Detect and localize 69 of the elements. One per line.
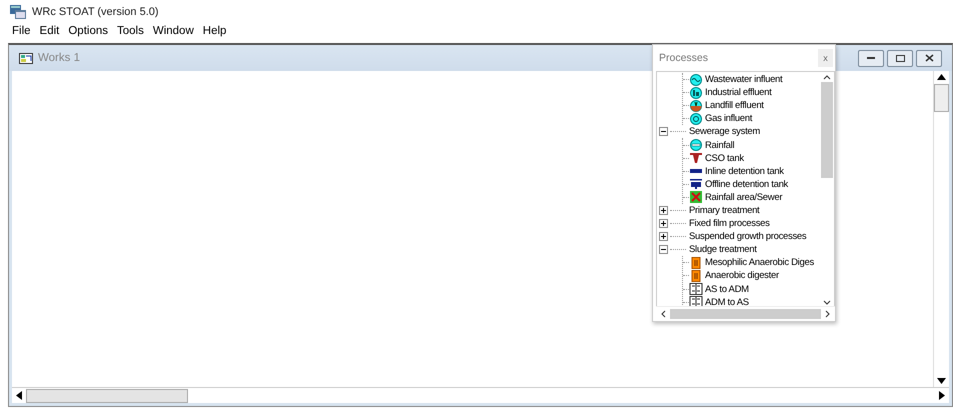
scroll-thumb[interactable] <box>26 388 188 402</box>
app-icon <box>10 5 26 19</box>
collapse-icon[interactable] <box>659 127 668 136</box>
tree-group[interactable]: Suspended growth processes <box>689 231 806 242</box>
menu-item[interactable]: File <box>12 25 31 37</box>
process-item[interactable]: Landfill effluent <box>705 100 764 112</box>
minimize-icon <box>867 57 875 59</box>
horizontal-scrollbar[interactable] <box>12 387 949 403</box>
tree-group[interactable]: Sewerage system <box>689 126 760 138</box>
gas-icon <box>689 112 703 125</box>
process-item[interactable]: Rainfall <box>705 140 734 151</box>
process-item[interactable]: Rainfall area/Sewer <box>705 192 782 203</box>
scroll-thumb[interactable] <box>821 82 833 178</box>
menu-item[interactable]: Help <box>202 25 226 37</box>
wave-icon <box>689 74 703 86</box>
process-item[interactable]: ADM to AS <box>705 296 749 306</box>
scroll-right-icon[interactable] <box>939 391 945 400</box>
factory-icon <box>689 86 703 99</box>
scroll-down-icon[interactable] <box>823 300 831 306</box>
scroll-up-icon[interactable] <box>937 74 946 80</box>
window-title: WRc STOAT (version 5.0) <box>32 6 159 18</box>
digester-icon <box>689 270 703 282</box>
converter-icon <box>689 296 703 306</box>
process-item[interactable]: Offline detention tank <box>705 178 788 190</box>
vertical-scrollbar[interactable] <box>933 71 949 387</box>
restore-icon <box>896 54 904 62</box>
process-item[interactable]: Mesophilic Anaerobic Diges <box>705 257 814 268</box>
process-item[interactable]: AS to ADM <box>705 284 749 295</box>
process-item[interactable]: Wastewater influent <box>705 74 782 86</box>
tree-group[interactable]: Sludge treatment <box>689 244 757 256</box>
scroll-thumb[interactable] <box>934 84 949 112</box>
tree-group[interactable]: Primary treatment <box>689 204 760 216</box>
menu-item[interactable]: Tools <box>117 25 144 37</box>
rain-icon <box>689 139 703 152</box>
funnel-icon <box>689 152 703 164</box>
scroll-left-icon[interactable] <box>16 391 22 400</box>
mound-icon <box>689 100 703 112</box>
tank-icon <box>689 178 703 190</box>
panel-horizontal-scrollbar[interactable] <box>656 306 835 321</box>
close-button[interactable] <box>916 50 942 66</box>
process-item[interactable]: Inline detention tank <box>705 166 784 177</box>
process-item[interactable]: CSO tank <box>705 152 744 164</box>
scroll-left-icon[interactable] <box>660 310 666 318</box>
panel-title: Processes <box>659 52 710 64</box>
scroll-down-icon[interactable] <box>937 378 946 384</box>
minimize-button[interactable] <box>858 50 884 66</box>
menu-item[interactable]: Window <box>152 25 194 37</box>
process-item[interactable]: Anaerobic digester <box>705 270 779 282</box>
process-item[interactable]: Industrial effluent <box>705 87 772 98</box>
document-title: Works 1 <box>38 52 80 64</box>
area-icon <box>689 191 703 204</box>
expand-icon[interactable] <box>659 219 668 228</box>
restore-button[interactable] <box>887 50 913 66</box>
menu-item[interactable]: Edit <box>40 25 60 37</box>
scroll-right-icon[interactable] <box>825 310 831 318</box>
panel-close-button[interactable]: x <box>818 49 833 67</box>
menu-item[interactable]: Options <box>68 25 108 37</box>
document-icon <box>19 52 33 64</box>
collapse-icon[interactable] <box>659 245 668 254</box>
process-item[interactable]: Gas influent <box>705 113 752 124</box>
converter-icon <box>689 283 703 296</box>
digester-icon <box>689 256 703 269</box>
close-icon <box>924 54 934 62</box>
scroll-up-icon[interactable] <box>823 74 831 80</box>
scroll-thumb[interactable] <box>670 309 821 319</box>
panel-vertical-scrollbar[interactable] <box>820 72 834 306</box>
expand-icon[interactable] <box>659 232 668 242</box>
tree-group[interactable]: Fixed film processes <box>689 218 770 230</box>
expand-icon[interactable] <box>659 206 668 215</box>
